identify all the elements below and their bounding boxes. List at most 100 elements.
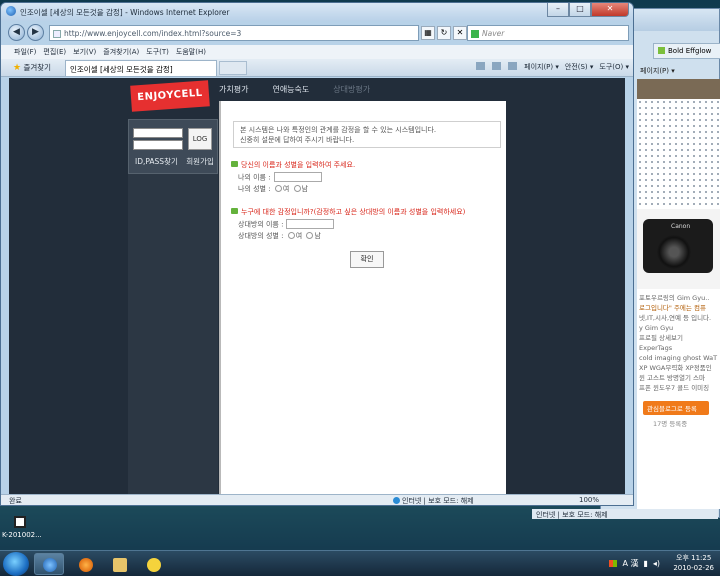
desktop-icon-label[interactable]: K-201002... (2, 531, 42, 539)
my-name-row: 나의 이름 : (238, 172, 322, 183)
blog-profile-text: 포토우르링의 Gim Gyu.. 로그입니다" 주에는 컴퓨 넷,IT,시사,연… (639, 294, 719, 392)
menu-bar: 파일(F) 편집(E) 보기(V) 즐겨찾기(A) 도구(T) 도움말(H) (1, 45, 633, 59)
menu-help[interactable]: 도움말(H) (176, 47, 206, 57)
taskbar-ie[interactable] (34, 553, 64, 575)
window-title: 인조이셀 [세상의 모든것을 감정] - Windows Internet Ex… (20, 8, 230, 17)
join-link[interactable]: 회원가입 (186, 157, 214, 166)
globe-icon (393, 497, 400, 504)
favorites-button[interactable]: ★ 즐겨찾기 (13, 62, 51, 73)
page-viewport: ENJOYCELL 가치평가 연애능숙도 상대방평가 LOG ID,PASS찾기… (9, 78, 625, 496)
feeds-icon[interactable] (492, 62, 502, 72)
background-page-menu[interactable]: 페이지(P) ▾ (637, 63, 720, 79)
safety-menu[interactable]: 안전(S) ▾ (565, 62, 594, 72)
background-banner (637, 79, 720, 99)
new-tab-button[interactable] (219, 61, 247, 75)
other-gender-row: 상대방의 성별 : 여 남 (238, 232, 321, 240)
home-icon[interactable] (476, 62, 486, 72)
background-page: Canon 포토우르링의 Gim Gyu.. 로그입니다" 주에는 컴퓨 넷,I… (637, 79, 720, 509)
compatibility-icon[interactable]: ▦ (421, 26, 435, 40)
my-gender-female-radio[interactable] (274, 185, 282, 192)
taskbar-messenger[interactable] (138, 553, 168, 575)
maximize-button[interactable]: □ (569, 3, 591, 17)
address-toolbar: ◀ ▶ http://www.enjoycell.com/index.html?… (1, 21, 633, 45)
forward-button[interactable]: ▶ (27, 24, 44, 41)
folder-icon (113, 558, 127, 572)
security-zone: 인터넷 | 보호 모드: 해제 (393, 496, 474, 505)
id-input[interactable] (133, 128, 183, 138)
address-bar[interactable]: http://www.enjoycell.com/index.html?sour… (49, 25, 419, 41)
tools-menu[interactable]: 도구(O) ▾ (599, 62, 629, 72)
ie-icon (6, 6, 16, 16)
close-button[interactable]: ✕ (591, 3, 629, 17)
stop-icon[interactable]: ✕ (453, 26, 467, 40)
ie-icon (43, 558, 57, 572)
my-gender-row: 나의 성별 : 여 남 (238, 185, 308, 193)
ie-window: 인조이셀 [세상의 모든것을 감정] - Windows Internet Ex… (0, 2, 634, 506)
menu-tools[interactable]: 도구(T) (146, 47, 169, 57)
my-name-input[interactable] (273, 172, 322, 182)
system-tray: A 漢 ▮ ◂) (609, 558, 660, 569)
sidebar (128, 174, 218, 496)
search-input[interactable]: Naver (467, 25, 629, 41)
address-text: http://www.enjoycell.com/index.html?sour… (64, 29, 242, 38)
window-controls: – □ ✕ (547, 3, 629, 17)
taskbar-firefox[interactable] (70, 553, 100, 575)
menu-favorites[interactable]: 즐겨찾기(A) (103, 47, 139, 57)
login-button[interactable]: LOG (188, 128, 212, 150)
action-center-icon[interactable] (609, 560, 618, 567)
login-box: LOG ID,PASS찾기 회원가입 (128, 119, 218, 174)
password-input[interactable] (133, 140, 183, 150)
menu-view[interactable]: 보기(V) (73, 47, 96, 57)
tab-bar: ★ 즐겨찾기 인조이셀 [세상의 모든것을 감정] 페이지(P) ▾ 안전(S)… (1, 59, 633, 77)
other-name-row: 상대방의 이름 : (238, 219, 335, 230)
menu-file[interactable]: 파일(F) (14, 47, 36, 57)
subscriber-count: 17명 등록중 (653, 420, 688, 428)
status-text: 완료 (9, 497, 22, 505)
content-panel: 본 시스템은 나와 특정인의 관계를 감정을 할 수 있는 시스템입니다. 신중… (219, 101, 506, 496)
add-favorite-blog-button[interactable]: 관심블로그로 등록 (643, 401, 709, 415)
question-icon (231, 208, 238, 214)
nav-partner-evaluation[interactable]: 상대방평가 (333, 84, 370, 95)
other-gender-male-radio[interactable] (306, 232, 314, 239)
question-icon (231, 161, 238, 167)
site-nav: 가치평가 연애능숙도 상대방평가 (219, 84, 370, 95)
file-icon[interactable] (14, 516, 26, 528)
nav-love-skill[interactable]: 연애능숙도 (272, 84, 309, 95)
firefox-icon (79, 558, 93, 572)
tab-favicon-icon (658, 47, 665, 54)
print-icon[interactable] (508, 62, 518, 72)
find-id-password-link[interactable]: ID,PASS찾기 (135, 157, 178, 166)
taskbar-explorer[interactable] (104, 553, 134, 575)
site-logo[interactable]: ENJOYCELL (130, 80, 210, 112)
page-menu[interactable]: 페이지(P) ▾ (524, 62, 559, 72)
confirm-button[interactable]: 확인 (350, 251, 384, 268)
profile-link[interactable]: 프로필 상세보기 (639, 333, 719, 343)
page-icon (53, 30, 61, 38)
background-status-bar: 인터넷 | 보호 모드: 해제 (532, 509, 718, 519)
background-tab[interactable]: Bold Effglow (653, 43, 720, 59)
zoom-level[interactable]: 100% (579, 496, 599, 504)
other-name-input[interactable] (286, 219, 335, 229)
question-2: 누구에 대한 감정입니까?(감정하고 싶은 상대방의 이름과 성별을 입력하세요… (231, 207, 465, 217)
taskbar: A 漢 ▮ ◂) 오후 11:25 2010-02-26 (0, 550, 720, 576)
nav-value-evaluation[interactable]: 가치평가 (219, 84, 248, 95)
menu-edit[interactable]: 편집(E) (43, 47, 66, 57)
status-bar: 완료 인터넷 | 보호 모드: 해제 100% (1, 494, 633, 505)
network-icon[interactable]: ▮ (643, 559, 647, 568)
title-bar[interactable]: 인조이셀 [세상의 모든것을 감정] - Windows Internet Ex… (1, 3, 633, 21)
input-method-indicator[interactable]: A 漢 (622, 558, 638, 569)
other-gender-female-radio[interactable] (287, 232, 295, 239)
start-button[interactable] (3, 552, 29, 576)
my-gender-male-radio[interactable] (293, 185, 301, 192)
volume-icon[interactable]: ◂) (653, 559, 660, 568)
refresh-icon[interactable]: ↻ (437, 26, 451, 40)
tab-enjoycell[interactable]: 인조이셀 [세상의 모든것을 감정] (65, 60, 217, 76)
clock[interactable]: 오후 11:25 2010-02-26 (673, 553, 714, 573)
messenger-icon (147, 558, 161, 572)
back-button[interactable]: ◀ (8, 24, 25, 41)
intro-box: 본 시스템은 나와 특정인의 관계를 감정을 할 수 있는 시스템입니다. 신중… (233, 121, 501, 148)
question-1: 당신의 이름과 성별을 입력하여 주세요. (231, 160, 355, 170)
naver-icon (471, 30, 479, 38)
command-bar: 페이지(P) ▾ 안전(S) ▾ 도구(O) ▾ (476, 62, 629, 72)
minimize-button[interactable]: – (547, 3, 569, 17)
